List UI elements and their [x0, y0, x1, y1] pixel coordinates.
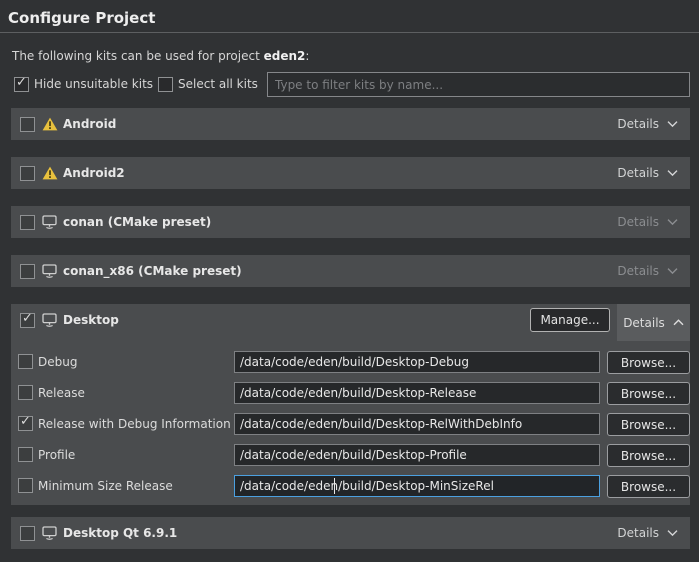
kit-name: Desktop: [63, 313, 119, 327]
kit-row-conan-cmake-preset: conan (CMake preset) Details: [11, 206, 690, 238]
build-path-field: [234, 475, 600, 497]
config-label: Release with Debug Information: [38, 417, 231, 431]
kit-checkbox[interactable]: [20, 313, 35, 328]
config-label: Profile: [38, 448, 75, 462]
kit-checkbox[interactable]: [20, 117, 35, 132]
config-checkbox[interactable]: [18, 416, 33, 431]
text-cursor: [334, 478, 335, 494]
config-row-minimum-size-release: Minimum Size Release Browse...: [11, 475, 690, 498]
config-label: Release: [38, 386, 85, 400]
details-toggle[interactable]: Details: [617, 304, 690, 341]
kit-checkbox[interactable]: [20, 215, 35, 230]
config-checkbox[interactable]: [18, 447, 33, 462]
build-path-field: [234, 444, 600, 466]
kit-checkbox[interactable]: [20, 264, 35, 279]
chevron-down-icon: [667, 218, 678, 226]
details-label: Details: [623, 316, 665, 330]
build-path-input[interactable]: [234, 475, 600, 497]
details-label: Details: [617, 215, 659, 229]
details-label: Details: [617, 264, 659, 278]
browse-button[interactable]: Browse...: [607, 382, 690, 405]
details-label: Details: [617, 526, 659, 540]
warning-icon: [42, 166, 58, 180]
details-toggle[interactable]: Details: [611, 206, 684, 238]
kit-row-desktop-qt-6-9-1: Desktop Qt 6.9.1 Details: [11, 517, 690, 549]
browse-button[interactable]: Browse...: [607, 444, 690, 467]
build-path-field: [234, 382, 600, 404]
desktop-icon: [42, 264, 58, 278]
config-row-release-with-debug-information: Release with Debug Information Browse...: [11, 413, 690, 436]
chevron-down-icon: [667, 267, 678, 275]
config-checkbox[interactable]: [18, 478, 33, 493]
config-checkbox[interactable]: [18, 385, 33, 400]
browse-button[interactable]: Browse...: [607, 475, 690, 498]
build-path-field: [234, 351, 600, 373]
config-row-release: Release Browse...: [11, 382, 690, 405]
kit-row-android: Android Details: [11, 108, 690, 140]
warning-icon: [42, 117, 58, 131]
chevron-down-icon: [667, 529, 678, 537]
kit-row-android2: Android2 Details: [11, 157, 690, 189]
kit-checkbox[interactable]: [20, 526, 35, 541]
config-row-profile: Profile Browse...: [11, 444, 690, 467]
browse-button[interactable]: Browse...: [607, 413, 690, 436]
desktop-icon: [42, 526, 58, 540]
chevron-down-icon: [667, 120, 678, 128]
manage-button[interactable]: Manage...: [530, 308, 610, 332]
details-label: Details: [617, 117, 659, 131]
browse-button[interactable]: Browse...: [607, 351, 690, 374]
config-label: Debug: [38, 355, 77, 369]
kit-checkbox[interactable]: [20, 166, 35, 181]
build-path-input[interactable]: [234, 413, 600, 435]
details-toggle[interactable]: Details: [611, 108, 684, 140]
kit-row-desktop: DesktopManage...DetailsDebugBrowse...Rel…: [11, 304, 690, 505]
details-toggle[interactable]: Details: [611, 517, 684, 549]
kit-name: conan (CMake preset): [63, 215, 211, 229]
config-row-debug: Debug Browse...: [11, 351, 690, 374]
desktop-icon: [42, 215, 58, 229]
kit-list: AndroidDetailsAndroid2Detailsconan (CMak…: [0, 0, 699, 562]
chevron-up-icon: [673, 319, 684, 327]
build-path-input[interactable]: [234, 382, 600, 404]
desktop-icon: [42, 313, 58, 327]
details-toggle[interactable]: Details: [611, 157, 684, 189]
details-label: Details: [617, 166, 659, 180]
kit-name: conan_x86 (CMake preset): [63, 264, 242, 278]
build-path-field: [234, 413, 600, 435]
kit-name: Desktop Qt 6.9.1: [63, 526, 177, 540]
kit-row-conan-x86-cmake-preset: conan_x86 (CMake preset) Details: [11, 255, 690, 287]
build-path-input[interactable]: [234, 351, 600, 373]
kit-name: Android2: [63, 166, 125, 180]
config-checkbox[interactable]: [18, 354, 33, 369]
details-toggle[interactable]: Details: [611, 255, 684, 287]
config-label: Minimum Size Release: [38, 479, 173, 493]
kit-name: Android: [63, 117, 116, 131]
build-path-input[interactable]: [234, 444, 600, 466]
chevron-down-icon: [667, 169, 678, 177]
